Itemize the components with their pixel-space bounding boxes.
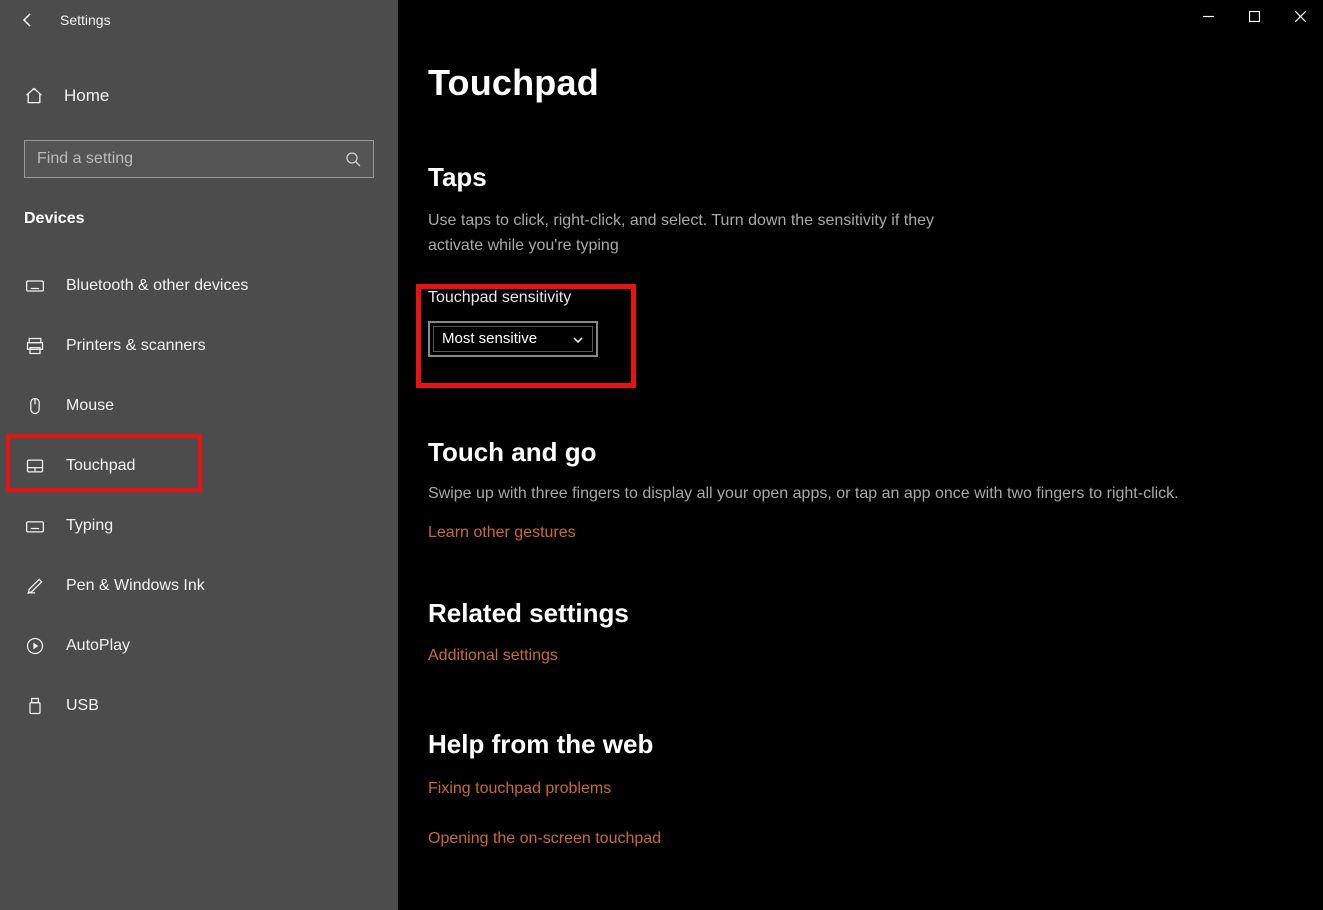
sensitivity-select[interactable]: Most sensitive [428, 321, 598, 357]
window-controls [1185, 0, 1323, 32]
printer-icon [24, 335, 46, 357]
sensitivity-value: Most sensitive [442, 330, 537, 347]
learn-gestures-link[interactable]: Learn other gestures [428, 524, 576, 542]
touchgo-description: Swipe up with three fingers to display a… [428, 482, 1288, 507]
main-pane: Touchpad Taps Use taps to click, right-c… [398, 0, 1323, 910]
help-link-onscreen[interactable]: Opening the on-screen touchpad [428, 830, 1293, 848]
page-title: Touchpad [428, 62, 1293, 104]
sidebar-item-usb[interactable]: USB [0, 676, 398, 736]
sidebar-item-label: Printers & scanners [66, 337, 206, 355]
maximize-button[interactable] [1231, 0, 1277, 32]
minimize-button[interactable] [1185, 0, 1231, 32]
taps-heading: Taps [428, 162, 1293, 193]
sensitivity-label: Touchpad sensitivity [428, 289, 1293, 307]
sidebar-item-autoplay[interactable]: AutoPlay [0, 616, 398, 676]
usb-icon [24, 695, 46, 717]
sidebar: Settings Home Devices Bluetooth & other … [0, 0, 398, 910]
mouse-icon [24, 395, 46, 417]
additional-settings-link[interactable]: Additional settings [428, 647, 558, 665]
sidebar-item-label: Touchpad [66, 457, 135, 475]
sidebar-header: Settings [0, 0, 398, 40]
typing-icon [24, 515, 46, 537]
sidebar-group-header: Devices [24, 210, 398, 228]
taps-description: Use taps to click, right-click, and sele… [428, 209, 988, 259]
related-heading: Related settings [428, 598, 1293, 629]
search-icon [345, 151, 361, 167]
sidebar-item-touchpad[interactable]: Touchpad [0, 436, 398, 496]
sidebar-item-label: Mouse [66, 397, 114, 415]
sidebar-item-label: Typing [66, 517, 113, 535]
help-link-fixing[interactable]: Fixing touchpad problems [428, 780, 1293, 798]
sidebar-item-mouse[interactable]: Mouse [0, 376, 398, 436]
chevron-down-icon [572, 333, 584, 345]
keyboard-icon [24, 275, 46, 297]
sidebar-item-label: Pen & Windows Ink [66, 577, 205, 595]
search-input[interactable] [37, 150, 345, 168]
home-nav[interactable]: Home [0, 76, 398, 116]
sidebar-item-label: USB [66, 697, 99, 715]
home-icon [24, 86, 44, 106]
help-heading: Help from the web [428, 729, 1293, 760]
touchpad-icon [24, 455, 46, 477]
back-icon[interactable] [20, 12, 36, 28]
sidebar-nav: Bluetooth & other devices Printers & sca… [0, 256, 398, 736]
close-button[interactable] [1277, 0, 1323, 32]
sidebar-item-typing[interactable]: Typing [0, 496, 398, 556]
sidebar-item-pen[interactable]: Pen & Windows Ink [0, 556, 398, 616]
pen-icon [24, 575, 46, 597]
sidebar-item-label: AutoPlay [66, 637, 130, 655]
sidebar-item-bluetooth[interactable]: Bluetooth & other devices [0, 256, 398, 316]
search-box[interactable] [24, 140, 374, 178]
home-label: Home [64, 86, 109, 106]
app-title: Settings [60, 12, 111, 28]
autoplay-icon [24, 635, 46, 657]
touchgo-heading: Touch and go [428, 437, 1293, 468]
sidebar-item-label: Bluetooth & other devices [66, 277, 248, 295]
sidebar-item-printers[interactable]: Printers & scanners [0, 316, 398, 376]
